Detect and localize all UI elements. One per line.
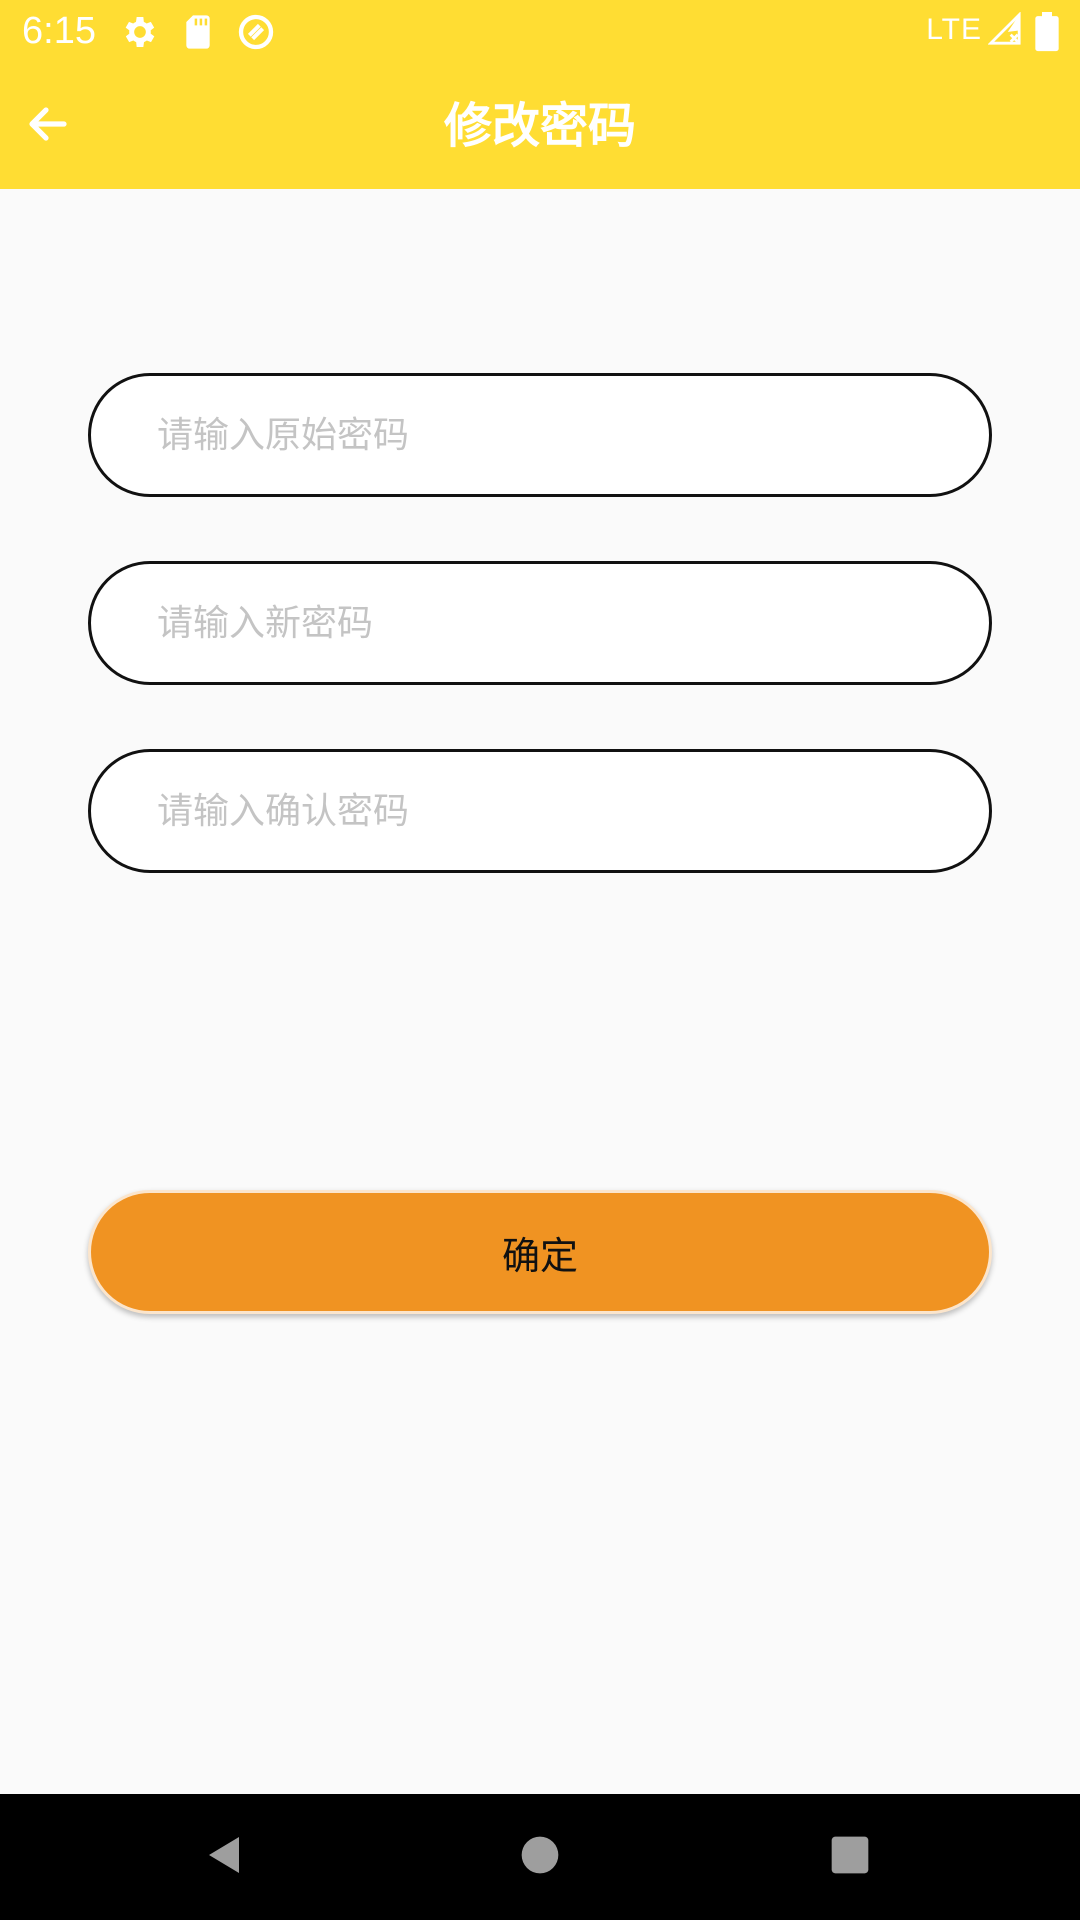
app-bar: 修改密码 <box>0 63 1080 189</box>
nav-back-button[interactable] <box>190 1822 260 1892</box>
home-circle-icon <box>518 1833 562 1881</box>
page-title: 修改密码 <box>443 98 636 154</box>
back-triangle-icon <box>201 1831 249 1883</box>
new-password-field-container <box>88 561 992 685</box>
signal-icon <box>987 11 1028 52</box>
status-bar: 6:15 LTE <box>0 0 1080 63</box>
confirm-button[interactable]: 确定 <box>88 1190 992 1314</box>
settings-icon <box>120 12 160 52</box>
recents-square-icon <box>828 1833 872 1881</box>
original-password-field-container <box>88 373 992 497</box>
nav-home-button[interactable] <box>505 1822 575 1892</box>
confirm-button-label: 确定 <box>501 1233 578 1278</box>
original-password-input[interactable] <box>155 376 949 494</box>
sync-icon <box>236 12 276 52</box>
status-time: 6:15 <box>22 10 96 52</box>
nav-recents-button[interactable] <box>815 1822 885 1892</box>
system-nav-bar <box>0 1794 1080 1920</box>
battery-icon <box>1034 12 1062 52</box>
sd-card-icon <box>178 12 218 52</box>
network-type: LTE <box>926 13 982 46</box>
confirm-password-input[interactable] <box>155 752 949 870</box>
new-password-input[interactable] <box>155 564 949 682</box>
confirm-password-field-container <box>88 749 992 873</box>
